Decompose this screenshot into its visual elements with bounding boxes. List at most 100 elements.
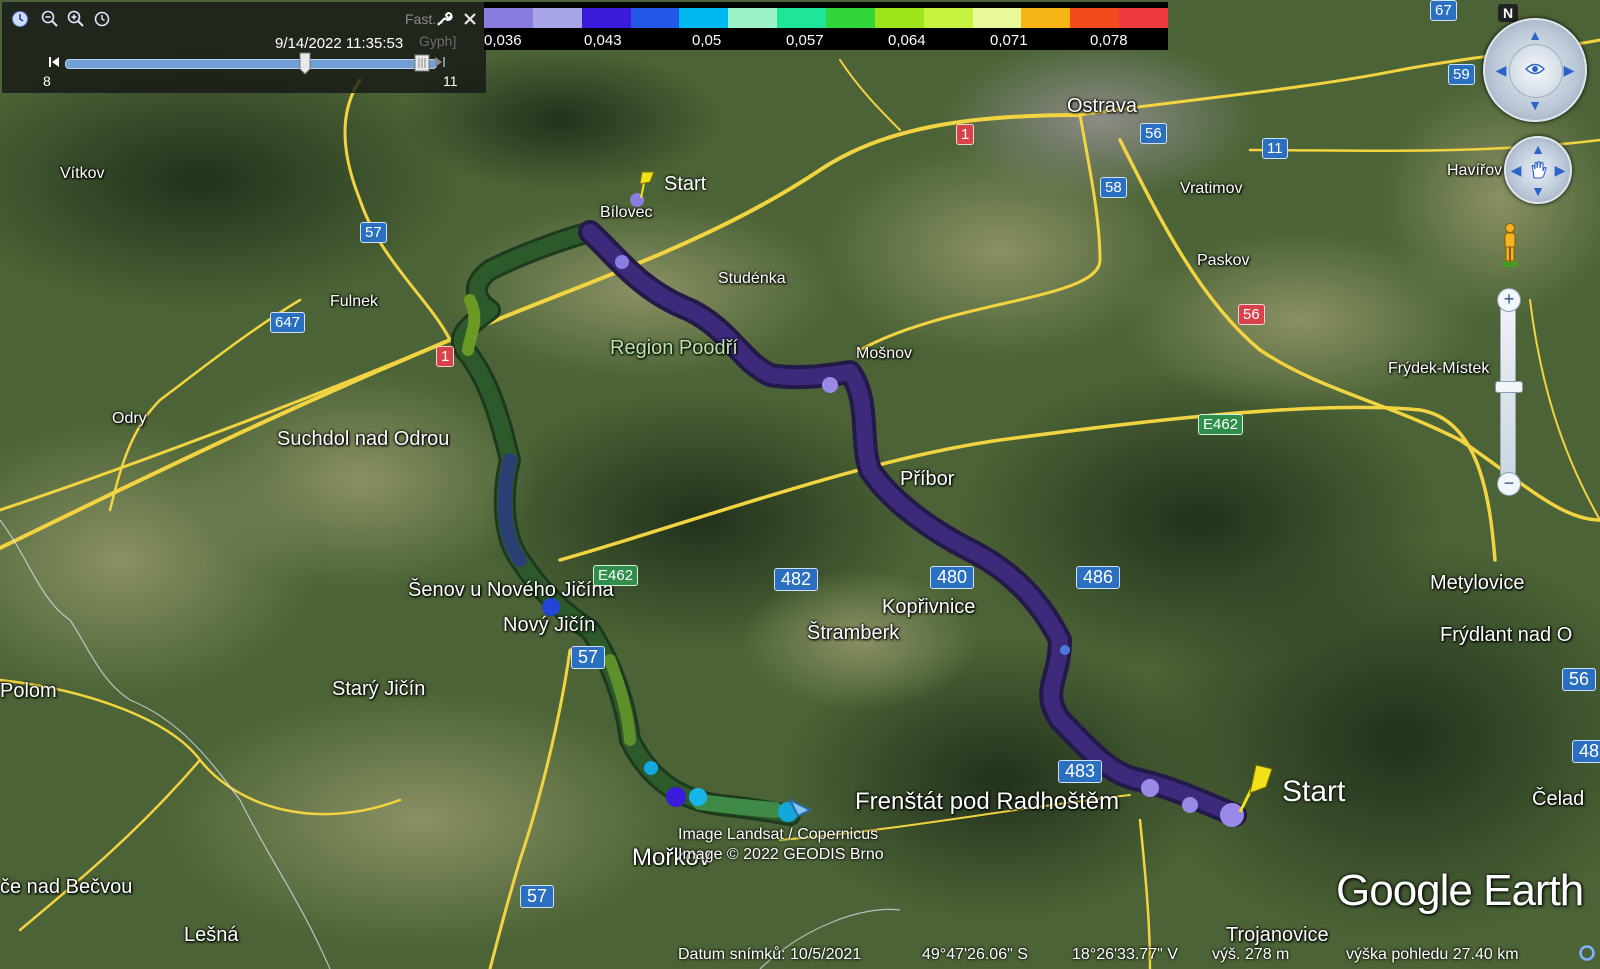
place-label: Trojanovice <box>1226 924 1329 946</box>
close-icon[interactable] <box>461 10 479 28</box>
place-label: Čelad <box>1532 788 1585 810</box>
wrench-icon[interactable] <box>435 10 453 28</box>
legend-color-bar <box>484 8 1169 28</box>
eye-icon <box>1525 62 1545 76</box>
move-right-icon[interactable]: ▶ <box>1552 163 1568 177</box>
place-label: Frýdlant nad O <box>1440 624 1573 646</box>
legend-label: 0,064 <box>888 32 926 49</box>
google-earth-logo: Google Earth <box>1336 866 1584 915</box>
north-indicator[interactable]: N <box>1498 4 1518 22</box>
legend-swatch <box>777 8 827 28</box>
legend-label: 0,05 <box>692 32 722 49</box>
place-label: Suchdol nad Odrou <box>277 428 450 450</box>
history-icon[interactable] <box>93 10 111 28</box>
color-legend: 0,036 0,043 0,05 0,057 0,064 0,071 0,078 <box>484 2 1169 50</box>
road-shield: 48 <box>1572 740 1600 763</box>
place-label: Frýdek-Místek <box>1388 360 1490 377</box>
time-slider-panel: Fast... Gyph] 9/14/2022 11:35:53 8 11 <box>2 2 486 93</box>
place-label: Nový Jičín <box>503 614 596 636</box>
imagery-attribution: Image Landsat / Copernicus <box>678 826 879 843</box>
road-shield: 59 <box>1448 64 1475 85</box>
road-shield: 486 <box>1076 566 1121 589</box>
place-label: Paskov <box>1197 252 1250 269</box>
move-down-icon[interactable]: ▼ <box>1530 184 1546 198</box>
time-slider-date: 9/14/2022 11:35:53 <box>275 35 404 52</box>
legend-swatch <box>972 8 1022 28</box>
region-label: Region Poodří <box>610 337 738 359</box>
clock-icon[interactable] <box>11 10 29 28</box>
road-shield: 482 <box>774 568 819 591</box>
place-label: Havířov <box>1447 162 1503 179</box>
road-shield: 11 <box>1262 138 1288 159</box>
imagery-attribution: Image © 2022 GEODIS Brno <box>678 846 884 863</box>
move-up-icon[interactable]: ▲ <box>1530 142 1546 156</box>
legend-swatch <box>1070 8 1120 28</box>
legend-label: 0,078 <box>1090 32 1128 49</box>
place-label: Fulnek <box>330 293 379 310</box>
look-left-icon[interactable]: ◀ <box>1493 63 1509 77</box>
skip-forward-icon[interactable] <box>431 53 449 71</box>
street-view-icon[interactable] <box>1500 222 1520 268</box>
road-shield: 57 <box>520 885 555 908</box>
road-shield: 480 <box>930 566 975 589</box>
legend-swatch <box>484 8 533 28</box>
road-shield: 57 <box>360 222 387 243</box>
time-slider-handle-end[interactable] <box>413 49 431 75</box>
place-label: Mošnov <box>856 345 913 362</box>
place-label: Kopřivnice <box>882 596 976 618</box>
road-shield: 58 <box>1100 177 1127 198</box>
satellite-map[interactable] <box>0 0 1600 969</box>
look-up-icon[interactable]: ▲ <box>1527 28 1543 42</box>
road-shield: 57 <box>571 646 606 669</box>
start-label[interactable]: Start <box>664 173 706 196</box>
elevation-readout: výš. 278 m <box>1212 946 1290 963</box>
look-down-icon[interactable]: ▼ <box>1527 98 1543 112</box>
time-slider-handle-start[interactable] <box>298 49 312 75</box>
zoom-slider-thumb[interactable] <box>1495 381 1523 393</box>
start-label[interactable]: Start <box>1282 775 1345 809</box>
zoom-out-button[interactable]: − <box>1497 472 1521 496</box>
place-label: Štramberk <box>807 622 900 644</box>
place-label: Lešná <box>184 924 239 946</box>
time-slider-min: 8 <box>43 73 51 89</box>
place-label: Bílovec <box>600 204 653 221</box>
latitude-readout: 49°47'26.06" S <box>922 946 1028 963</box>
look-right-icon[interactable]: ▶ <box>1561 63 1577 77</box>
time-slider-track[interactable] <box>65 59 437 69</box>
place-label: če nad Bečvou <box>0 876 133 898</box>
zoom-out-icon[interactable] <box>41 10 59 28</box>
road-shield: 483 <box>1058 760 1103 783</box>
time-slider-max: 11 <box>443 73 458 89</box>
place-label: Vratimov <box>1180 180 1243 197</box>
legend-swatch <box>1021 8 1071 28</box>
legend-label: 0,036 <box>484 32 522 49</box>
zoom-slider-track[interactable] <box>1500 300 1516 492</box>
eye-altitude-readout: výška pohledu 27.40 km <box>1346 946 1519 963</box>
road-shield: E462 <box>593 565 639 586</box>
place-label: Příbor <box>900 468 955 490</box>
imagery-date: Datum snímků: 10/5/2021 <box>678 946 862 963</box>
zoom-in-button[interactable]: + <box>1497 288 1521 312</box>
place-label: Studénka <box>718 270 786 287</box>
streaming-indicator-icon <box>1578 944 1596 962</box>
legend-swatch <box>826 8 875 28</box>
place-label: Vítkov <box>60 165 105 182</box>
legend-label: 0,071 <box>990 32 1028 49</box>
place-label: Polom <box>0 680 57 702</box>
move-control[interactable]: ▲ ▼ ◀ ▶ <box>1504 136 1572 204</box>
hand-icon <box>1528 160 1548 180</box>
legend-swatch <box>1119 8 1169 28</box>
place-label: Frenštát pod Radhoštěm <box>855 788 1120 815</box>
legend-swatch <box>532 8 582 28</box>
road-shield: E462 <box>1198 414 1244 435</box>
legend-swatch <box>923 8 973 28</box>
legend-label: 0,043 <box>584 32 622 49</box>
look-control[interactable]: ▲ ▼ ◀ ▶ <box>1483 18 1587 122</box>
zoom-in-icon[interactable] <box>67 10 85 28</box>
legend-swatch <box>581 8 631 28</box>
ghost-subtitle: Gyph] <box>419 33 457 49</box>
legend-swatch <box>728 8 778 28</box>
move-left-icon[interactable]: ◀ <box>1508 163 1524 177</box>
place-label: Metylovice <box>1430 572 1525 594</box>
skip-back-icon[interactable] <box>45 53 63 71</box>
